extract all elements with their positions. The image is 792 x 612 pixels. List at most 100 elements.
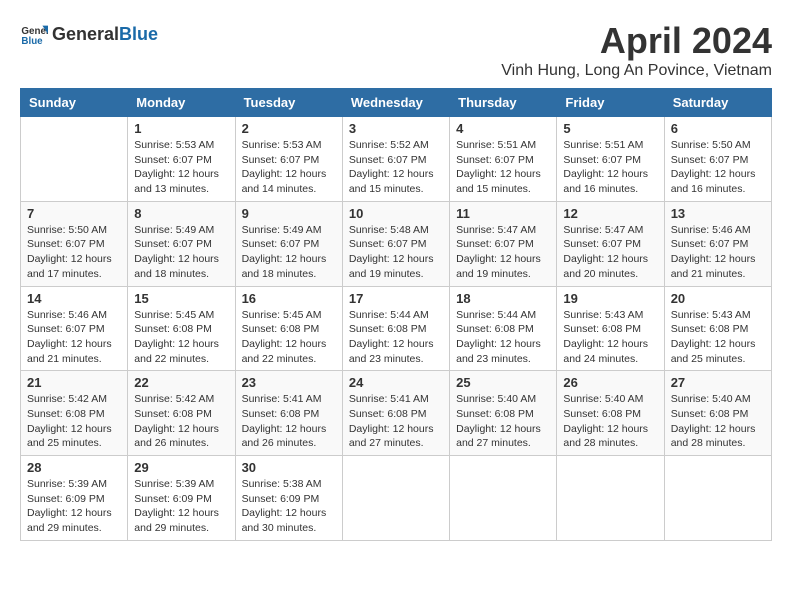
calendar-cell: 25Sunrise: 5:40 AM Sunset: 6:08 PM Dayli… (450, 371, 557, 456)
day-info: Sunrise: 5:39 AM Sunset: 6:09 PM Dayligh… (27, 477, 121, 536)
calendar-cell (557, 456, 664, 541)
day-info: Sunrise: 5:40 AM Sunset: 6:08 PM Dayligh… (671, 392, 765, 451)
day-number: 13 (671, 206, 765, 221)
day-number: 14 (27, 291, 121, 306)
day-number: 27 (671, 375, 765, 390)
day-info: Sunrise: 5:42 AM Sunset: 6:08 PM Dayligh… (27, 392, 121, 451)
calendar-cell: 11Sunrise: 5:47 AM Sunset: 6:07 PM Dayli… (450, 201, 557, 286)
location-title: Vinh Hung, Long An Povince, Vietnam (501, 62, 772, 80)
logo-blue-text: Blue (119, 24, 158, 45)
day-number: 9 (242, 206, 336, 221)
calendar-cell: 16 Sunrise: 5:45 AM Sunset: 6:08 PM Dayli… (235, 286, 342, 371)
day-number: 4 (456, 121, 550, 136)
day-number: 1 (134, 121, 228, 136)
calendar-cell: 17 Sunrise: 5:44 AM Sunset: 6:08 PM Dayli… (342, 286, 449, 371)
day-info: Sunrise: 5:51 AM Sunset: 6:07 PM Dayligh… (456, 138, 550, 197)
header: General Blue GeneralBlue April 2024 Vinh… (20, 20, 772, 80)
calendar-cell: 6Sunrise: 5:50 AM Sunset: 6:07 PM Daylig… (664, 117, 771, 202)
calendar-cell: 28 Sunrise: 5:39 AM Sunset: 6:09 PM Dayli… (21, 456, 128, 541)
calendar-cell: 5 Sunrise: 5:51 AM Sunset: 6:07 PM Daylig… (557, 117, 664, 202)
calendar-cell: 15Sunrise: 5:45 AM Sunset: 6:08 PM Dayli… (128, 286, 235, 371)
calendar-cell: 21 Sunrise: 5:42 AM Sunset: 6:08 PM Dayli… (21, 371, 128, 456)
day-info: Sunrise: 5:47 AM Sunset: 6:07 PM Dayligh… (456, 223, 550, 282)
day-number: 30 (242, 460, 336, 475)
weekday-header-wednesday: Wednesday (342, 89, 449, 117)
weekday-header-tuesday: Tuesday (235, 89, 342, 117)
calendar-cell: 8 Sunrise: 5:49 AM Sunset: 6:07 PM Daylig… (128, 201, 235, 286)
day-info: Sunrise: 5:39 AM Sunset: 6:09 PM Dayligh… (134, 477, 228, 536)
title-section: April 2024 Vinh Hung, Long An Povince, V… (501, 20, 772, 80)
month-title: April 2024 (501, 20, 772, 62)
day-number: 2 (242, 121, 336, 136)
calendar-cell: 19 Sunrise: 5:43 AM Sunset: 6:08 PM Dayli… (557, 286, 664, 371)
day-info: Sunrise: 5:40 AM Sunset: 6:08 PM Dayligh… (563, 392, 657, 451)
day-info: Sunrise: 5:53 AM Sunset: 6:07 PM Dayligh… (134, 138, 228, 197)
calendar-cell: 29Sunrise: 5:39 AM Sunset: 6:09 PM Dayli… (128, 456, 235, 541)
day-number: 21 (27, 375, 121, 390)
day-info: Sunrise: 5:53 AM Sunset: 6:07 PM Dayligh… (242, 138, 336, 197)
calendar-cell: 23 Sunrise: 5:41 AM Sunset: 6:08 PM Dayli… (235, 371, 342, 456)
calendar-cell (450, 456, 557, 541)
day-info: Sunrise: 5:50 AM Sunset: 6:07 PM Dayligh… (27, 223, 121, 282)
day-number: 22 (134, 375, 228, 390)
day-number: 5 (563, 121, 657, 136)
weekday-header-saturday: Saturday (664, 89, 771, 117)
calendar-body: 1 Sunrise: 5:53 AM Sunset: 6:07 PM Daylig… (21, 117, 772, 541)
calendar-cell (342, 456, 449, 541)
calendar-week-3: 14Sunrise: 5:46 AM Sunset: 6:07 PM Dayli… (21, 286, 772, 371)
calendar-cell (664, 456, 771, 541)
calendar-cell: 26 Sunrise: 5:40 AM Sunset: 6:08 PM Dayli… (557, 371, 664, 456)
day-info: Sunrise: 5:41 AM Sunset: 6:08 PM Dayligh… (242, 392, 336, 451)
day-info: Sunrise: 5:52 AM Sunset: 6:07 PM Dayligh… (349, 138, 443, 197)
day-number: 15 (134, 291, 228, 306)
weekday-header-sunday: Sunday (21, 89, 128, 117)
day-number: 19 (563, 291, 657, 306)
logo: General Blue GeneralBlue (20, 20, 158, 48)
calendar-table: SundayMondayTuesdayWednesdayThursdayFrid… (20, 88, 772, 541)
day-number: 23 (242, 375, 336, 390)
day-number: 28 (27, 460, 121, 475)
day-info: Sunrise: 5:38 AM Sunset: 6:09 PM Dayligh… (242, 477, 336, 536)
day-number: 3 (349, 121, 443, 136)
day-info: Sunrise: 5:46 AM Sunset: 6:07 PM Dayligh… (671, 223, 765, 282)
calendar-cell: 12Sunrise: 5:47 AM Sunset: 6:07 PM Dayli… (557, 201, 664, 286)
day-number: 8 (134, 206, 228, 221)
day-number: 24 (349, 375, 443, 390)
logo-general-text: General (52, 24, 119, 45)
day-info: Sunrise: 5:45 AM Sunset: 6:08 PM Dayligh… (242, 308, 336, 367)
calendar-week-4: 21 Sunrise: 5:42 AM Sunset: 6:08 PM Dayli… (21, 371, 772, 456)
day-info: Sunrise: 5:41 AM Sunset: 6:08 PM Dayligh… (349, 392, 443, 451)
calendar-week-5: 28 Sunrise: 5:39 AM Sunset: 6:09 PM Dayli… (21, 456, 772, 541)
day-number: 25 (456, 375, 550, 390)
day-number: 18 (456, 291, 550, 306)
day-info: Sunrise: 5:43 AM Sunset: 6:08 PM Dayligh… (671, 308, 765, 367)
day-number: 7 (27, 206, 121, 221)
calendar-cell: 9Sunrise: 5:49 AM Sunset: 6:07 PM Daylig… (235, 201, 342, 286)
day-info: Sunrise: 5:44 AM Sunset: 6:08 PM Dayligh… (349, 308, 443, 367)
day-info: Sunrise: 5:44 AM Sunset: 6:08 PM Dayligh… (456, 308, 550, 367)
logo-icon: General Blue (20, 20, 48, 48)
calendar-cell: 1 Sunrise: 5:53 AM Sunset: 6:07 PM Daylig… (128, 117, 235, 202)
day-number: 17 (349, 291, 443, 306)
day-number: 16 (242, 291, 336, 306)
day-info: Sunrise: 5:51 AM Sunset: 6:07 PM Dayligh… (563, 138, 657, 197)
calendar-cell: 20 Sunrise: 5:43 AM Sunset: 6:08 PM Dayli… (664, 286, 771, 371)
calendar-cell: 7 Sunrise: 5:50 AM Sunset: 6:07 PM Daylig… (21, 201, 128, 286)
day-info: Sunrise: 5:50 AM Sunset: 6:07 PM Dayligh… (671, 138, 765, 197)
day-info: Sunrise: 5:48 AM Sunset: 6:07 PM Dayligh… (349, 223, 443, 282)
calendar-cell: 24 Sunrise: 5:41 AM Sunset: 6:08 PM Dayli… (342, 371, 449, 456)
calendar-cell: 3 Sunrise: 5:52 AM Sunset: 6:07 PM Daylig… (342, 117, 449, 202)
calendar-cell: 13 Sunrise: 5:46 AM Sunset: 6:07 PM Dayli… (664, 201, 771, 286)
calendar-cell: 2 Sunrise: 5:53 AM Sunset: 6:07 PM Daylig… (235, 117, 342, 202)
calendar-cell: 30 Sunrise: 5:38 AM Sunset: 6:09 PM Dayli… (235, 456, 342, 541)
day-info: Sunrise: 5:42 AM Sunset: 6:08 PM Dayligh… (134, 392, 228, 451)
day-number: 20 (671, 291, 765, 306)
day-info: Sunrise: 5:43 AM Sunset: 6:08 PM Dayligh… (563, 308, 657, 367)
day-info: Sunrise: 5:49 AM Sunset: 6:07 PM Dayligh… (134, 223, 228, 282)
calendar-week-1: 1 Sunrise: 5:53 AM Sunset: 6:07 PM Daylig… (21, 117, 772, 202)
calendar-cell (21, 117, 128, 202)
day-info: Sunrise: 5:47 AM Sunset: 6:07 PM Dayligh… (563, 223, 657, 282)
day-number: 26 (563, 375, 657, 390)
calendar-cell: 14Sunrise: 5:46 AM Sunset: 6:07 PM Dayli… (21, 286, 128, 371)
calendar-cell: 4 Sunrise: 5:51 AM Sunset: 6:07 PM Daylig… (450, 117, 557, 202)
